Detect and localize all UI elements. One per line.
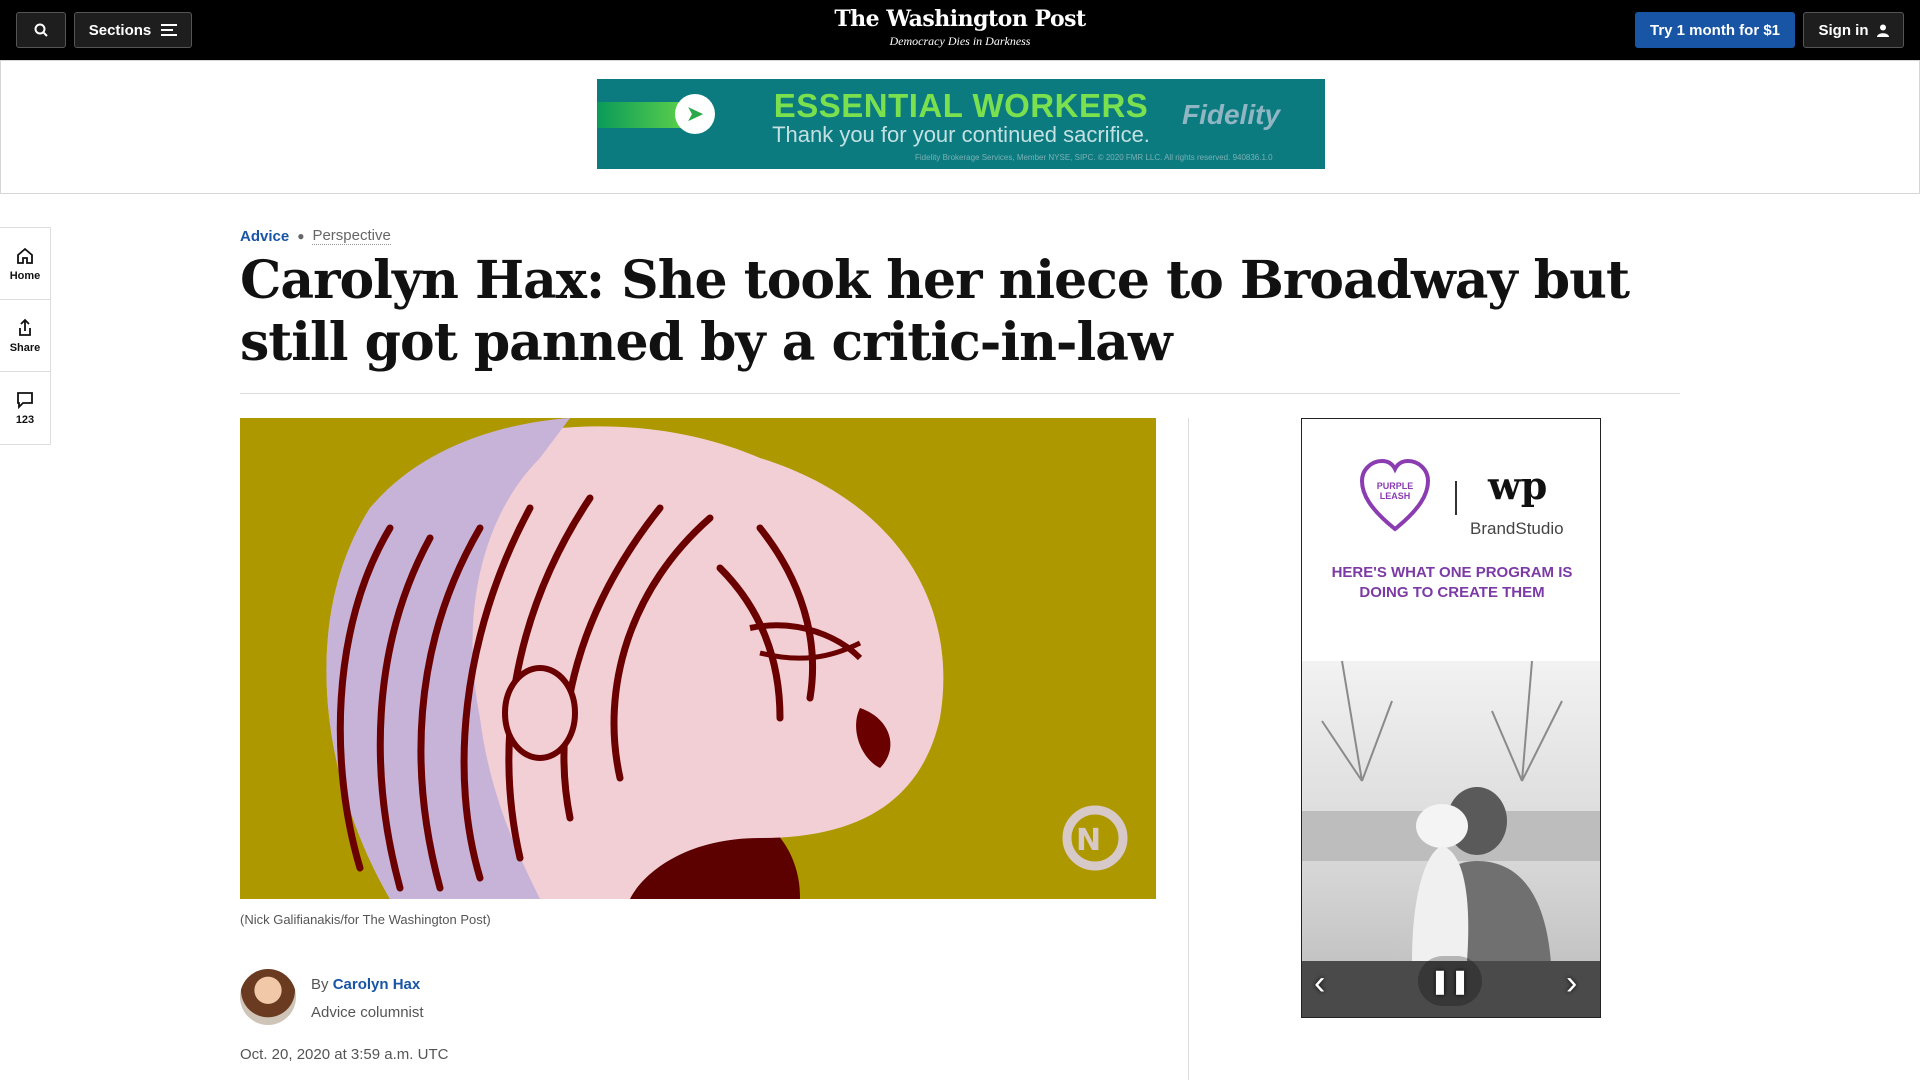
search-icon — [34, 23, 48, 37]
column-divider — [1188, 418, 1189, 1080]
sign-in-label: Sign in — [1818, 21, 1869, 39]
lead-illustration[interactable]: N — [240, 418, 1156, 899]
masthead-logo[interactable]: The Washington Post Democracy Dies in Da… — [760, 6, 1160, 49]
sidebar-ad[interactable]: PURPLE LEASH wp BrandStudio HERE'S WHAT … — [1301, 418, 1601, 1018]
banner-fine-print: Fidelity Brokerage Services, Member NYSE… — [915, 153, 1273, 162]
ad-promo-text: HERE'S WHAT ONE PROGRAM IS DOING TO CREA… — [1331, 564, 1573, 601]
comment-icon — [17, 392, 33, 410]
brandstudio-label: BrandStudio — [1470, 519, 1564, 538]
banner-brand: Fidelity — [1182, 99, 1281, 130]
perspective-label[interactable]: Perspective — [312, 227, 391, 245]
pause-icon[interactable]: ❚❚ — [1418, 956, 1482, 1006]
home-icon — [17, 247, 33, 264]
svg-text:PURPLE: PURPLE — [1377, 481, 1414, 491]
top-ad-band: ➤ ESSENTIAL WORKERS Thank you for your c… — [0, 60, 1920, 194]
purple-leash-logo: PURPLE LEASH — [1360, 459, 1430, 532]
masthead-title: The Washington Post — [834, 6, 1086, 32]
fidelity-banner-ad[interactable]: ➤ ESSENTIAL WORKERS Thank you for your c… — [597, 79, 1325, 169]
svg-text:N: N — [1076, 823, 1101, 858]
wp-logo: wp — [1488, 463, 1548, 508]
chevron-right-icon[interactable]: › — [1566, 964, 1577, 1003]
byline: By Carolyn Hax — [311, 976, 420, 993]
author-link[interactable]: Carolyn Hax — [333, 976, 421, 993]
chevron-left-icon[interactable]: ‹ — [1314, 964, 1325, 1003]
rail-home-label: Home — [9, 269, 41, 282]
article-kicker: Advice ● Perspective — [240, 227, 391, 245]
search-button[interactable] — [16, 12, 66, 48]
menu-icon — [161, 24, 178, 36]
logo-separator — [1455, 481, 1457, 515]
author-role: Advice columnist — [311, 1004, 424, 1021]
sign-in-button[interactable]: Sign in — [1803, 12, 1904, 48]
sections-label: Sections — [88, 21, 152, 39]
headline-divider — [240, 393, 1680, 394]
section-link[interactable]: Advice — [240, 228, 289, 245]
byline-prefix: By — [311, 976, 329, 993]
rail-comment-count: 123 — [15, 414, 35, 426]
publish-date: Oct. 20, 2020 at 3:59 a.m. UTC — [240, 1046, 449, 1063]
subscribe-button[interactable]: Try 1 month for $1 — [1635, 12, 1795, 48]
left-share-rail: Home Share 123 — [0, 227, 51, 445]
rail-home-button[interactable]: Home — [0, 228, 50, 300]
kicker-separator: ● — [297, 229, 305, 243]
rail-share-label: Share — [9, 341, 41, 354]
illustration-drawing: N — [240, 418, 1156, 899]
article-headline: Carolyn Hax: She took her niece to Broad… — [240, 250, 1630, 373]
masthead-tagline: Democracy Dies in Darkness — [889, 34, 1031, 48]
sections-menu-button[interactable]: Sections — [74, 12, 192, 48]
rail-comments-button[interactable]: 123 — [0, 372, 50, 444]
author-avatar[interactable] — [240, 969, 296, 1025]
svg-text:LEASH: LEASH — [1380, 491, 1411, 501]
top-navigation-bar: Sections The Washington Post Democracy D… — [0, 0, 1920, 60]
share-icon — [19, 318, 31, 336]
user-icon — [1876, 24, 1889, 37]
rail-share-button[interactable]: Share — [0, 300, 50, 372]
image-credit: (Nick Galifianakis/for The Washington Po… — [240, 912, 491, 927]
